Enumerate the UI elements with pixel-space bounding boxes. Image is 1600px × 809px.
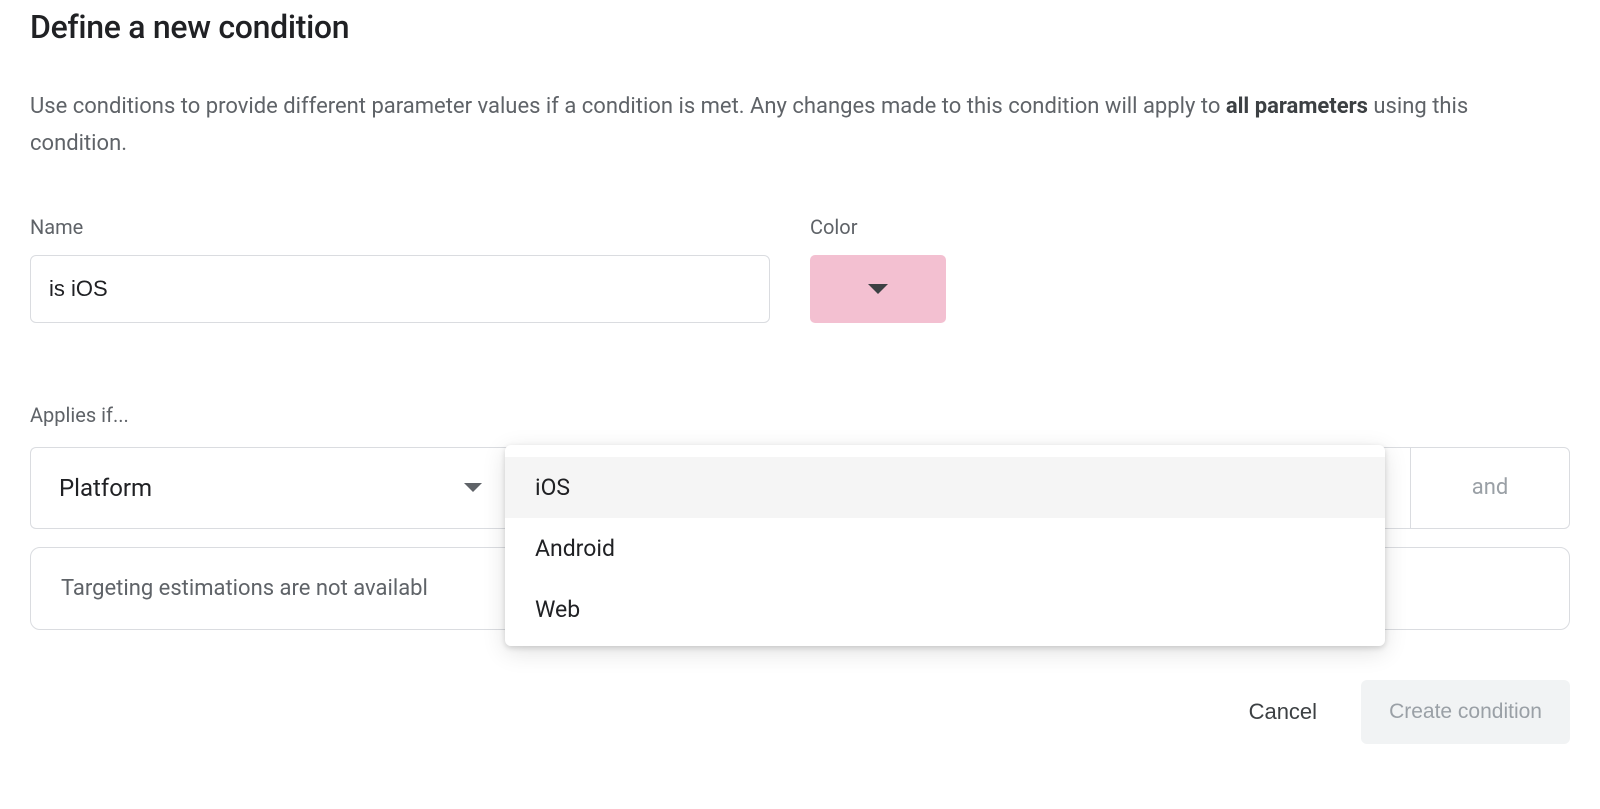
dialog-title: Define a new condition (30, 8, 1570, 46)
description-bold: all parameters (1226, 94, 1368, 119)
color-label: Color (810, 215, 946, 239)
description-prefix: Use conditions to provide different para… (30, 94, 1226, 119)
color-dropdown[interactable] (810, 255, 946, 323)
caret-down-icon (464, 483, 482, 492)
create-condition-button[interactable]: Create condition (1361, 680, 1570, 744)
attribute-select[interactable]: Platform (30, 447, 510, 529)
applies-if-label: Applies if... (30, 403, 1570, 427)
dropdown-item-android[interactable]: Android (505, 518, 1385, 579)
condition-row: Platform and iOS Android Web (30, 447, 1570, 529)
name-label: Name (30, 215, 770, 239)
dialog-description: Use conditions to provide different para… (30, 88, 1570, 163)
cancel-button[interactable]: Cancel (1237, 685, 1329, 739)
dropdown-item-web[interactable]: Web (505, 579, 1385, 640)
attribute-select-label: Platform (59, 474, 152, 502)
name-input[interactable] (30, 255, 770, 323)
caret-down-icon (868, 284, 888, 294)
dropdown-item-ios[interactable]: iOS (505, 457, 1385, 518)
and-button[interactable]: and (1410, 447, 1570, 529)
value-dropdown-menu: iOS Android Web (505, 445, 1385, 646)
